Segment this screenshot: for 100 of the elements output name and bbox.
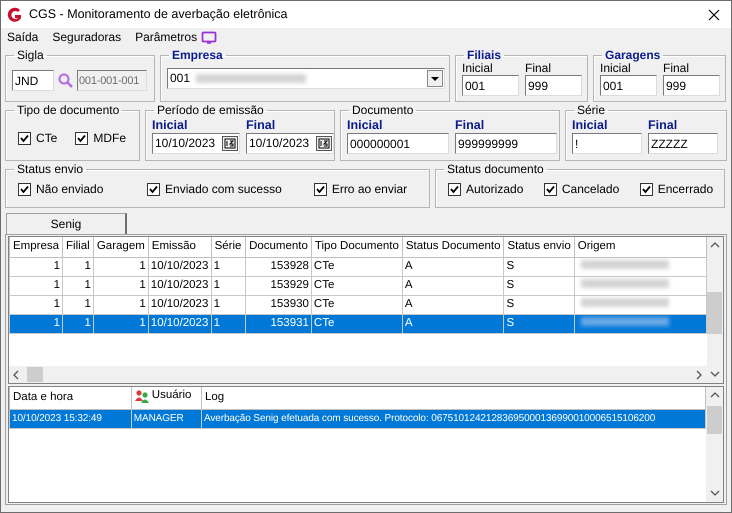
checkbox[interactable]: Encerrado [640, 180, 718, 198]
field-label: Inicial [347, 117, 384, 133]
close-icon[interactable] [707, 8, 721, 22]
company-select[interactable]: 001 [167, 68, 445, 89]
table-cell: 1 [139, 298, 146, 310]
vertical-scrollbar[interactable] [706, 387, 723, 502]
sigla-field[interactable]: JND [12, 70, 54, 91]
table-cell: MANAGER [134, 413, 184, 424]
text-field[interactable]: ! [572, 133, 642, 154]
table-row[interactable]: 1 1 1 10/10/2023 1 153928 CTe A S [10, 257, 706, 276]
date-field[interactable]: 10/10/2023 [152, 133, 240, 154]
table-cell: Averbação Senig efetuada com sucesso. Protocolo: 06751012421283695000136990010006515106200 [204, 413, 656, 424]
text-field[interactable]: 999999999 [455, 133, 557, 154]
tab[interactable]: Senig [6, 213, 127, 234]
group-title: Documento [351, 104, 414, 117]
column-header[interactable]: Documento [246, 237, 312, 257]
scroll-thumb[interactable] [707, 406, 722, 434]
field-label: Final [525, 62, 552, 75]
text-field[interactable]: ZZZZZ [648, 133, 718, 154]
table-cell: S [506, 260, 514, 272]
table-cell: A [404, 316, 413, 329]
table-row[interactable]: 1 1 1 10/10/2023 1 153930 CTe A S [10, 295, 706, 314]
table-cell: A [404, 298, 413, 310]
group-title: Status documento [446, 163, 545, 176]
menu-item[interactable]: Parâmetros [135, 28, 198, 46]
table-cell: CTe [314, 260, 334, 272]
field-label: Final [663, 62, 690, 75]
column-header[interactable]: Filial [62, 237, 94, 257]
column-header[interactable]: Tipo Documento [311, 237, 402, 257]
text-field[interactable]: 999 [525, 75, 582, 96]
horizontal-scrollbar[interactable] [9, 366, 707, 383]
table-cell: 153929 [270, 278, 309, 291]
table-row[interactable]: 1 1 1 10/10/2023 1 153929 CTe A S [10, 276, 706, 295]
text-field[interactable]: 999 [663, 75, 720, 96]
table-row[interactable]: 1 1 1 10/10/2023 1 153931 CTe A S [10, 314, 706, 333]
dropdown-button[interactable] [427, 70, 443, 87]
group-title: Filiais [466, 49, 502, 62]
text-field[interactable]: 000000001 [347, 133, 449, 154]
group-title: Empresa [171, 49, 224, 62]
check-icon [149, 184, 158, 194]
check-icon [77, 134, 86, 142]
table-cell: 1 [214, 278, 220, 291]
checkbox[interactable]: CTe [18, 129, 58, 147]
date-field[interactable]: 10/10/2023 [246, 133, 334, 154]
field-label: Final [455, 117, 486, 133]
checkbox[interactable]: Erro ao enviar [314, 180, 423, 198]
calendar-button[interactable] [316, 136, 332, 151]
table-cell: 1 [214, 298, 220, 310]
column-header[interactable]: Data e hora [10, 387, 132, 410]
column-header[interactable]: Emissão [148, 237, 212, 257]
menu-item[interactable]: Seguradoras [52, 28, 122, 46]
column-header[interactable]: Garagem [93, 237, 148, 257]
table-cell: CTe [314, 278, 334, 291]
text-field[interactable]: 001 [462, 75, 519, 96]
window-title: CGS - Monitoramento de averbação eletrônica [29, 6, 288, 24]
monitor-icon[interactable] [201, 30, 218, 44]
check-icon [20, 184, 29, 194]
menu-item[interactable]: Saída [7, 28, 38, 46]
column-header[interactable]: Status Documento [402, 237, 504, 257]
table-cell: 1 [139, 260, 146, 272]
scroll-thumb[interactable] [707, 292, 722, 334]
table-cell: 1 [84, 316, 91, 329]
group-title: Sigla [16, 49, 45, 62]
column-header[interactable]: Série [211, 237, 246, 257]
group-title: Série [576, 104, 606, 117]
text-field[interactable]: 001 [600, 75, 657, 96]
check-icon [642, 184, 651, 194]
group-title: Status envio [16, 163, 84, 176]
group-title: Tipo de documento [16, 104, 120, 117]
field-label: Inicial [600, 62, 631, 75]
column-header[interactable]: Empresa [10, 237, 63, 257]
code-field[interactable]: 001-001-001 [77, 70, 147, 91]
checkbox[interactable]: Autorizado [448, 180, 544, 198]
search-icon[interactable] [58, 73, 73, 88]
calendar-button[interactable] [222, 136, 238, 151]
table-cell: 1 [139, 316, 146, 329]
column-header[interactable]: Log [201, 387, 706, 410]
scroll-thumb[interactable] [27, 367, 43, 382]
table-cell: A [404, 260, 413, 272]
checkbox[interactable]: Não enviado [18, 180, 148, 198]
field-label: Final [246, 117, 276, 133]
checkbox[interactable]: MDFe [75, 129, 126, 147]
table-cell: 1 [84, 278, 91, 291]
app-logo-icon [7, 6, 23, 22]
table-cell: 153928 [270, 260, 309, 272]
field-label: Inicial [572, 117, 608, 133]
table-cell: S [506, 298, 514, 310]
field-label: Final [648, 117, 678, 133]
table-cell: S [506, 278, 514, 291]
checkbox[interactable]: Enviado com sucesso [147, 180, 314, 198]
vertical-scrollbar[interactable] [706, 237, 723, 383]
users-icon [134, 388, 150, 403]
table-cell: 1 [54, 298, 60, 310]
check-icon [20, 134, 29, 142]
checkbox[interactable]: Cancelado [544, 180, 640, 198]
table-cell: 153931 [270, 316, 309, 329]
table-cell: 10/10/2023 [150, 260, 208, 272]
table-cell: CTe [314, 298, 334, 310]
column-header[interactable]: Status envio [504, 237, 574, 257]
column-header[interactable]: Origem [574, 237, 706, 257]
